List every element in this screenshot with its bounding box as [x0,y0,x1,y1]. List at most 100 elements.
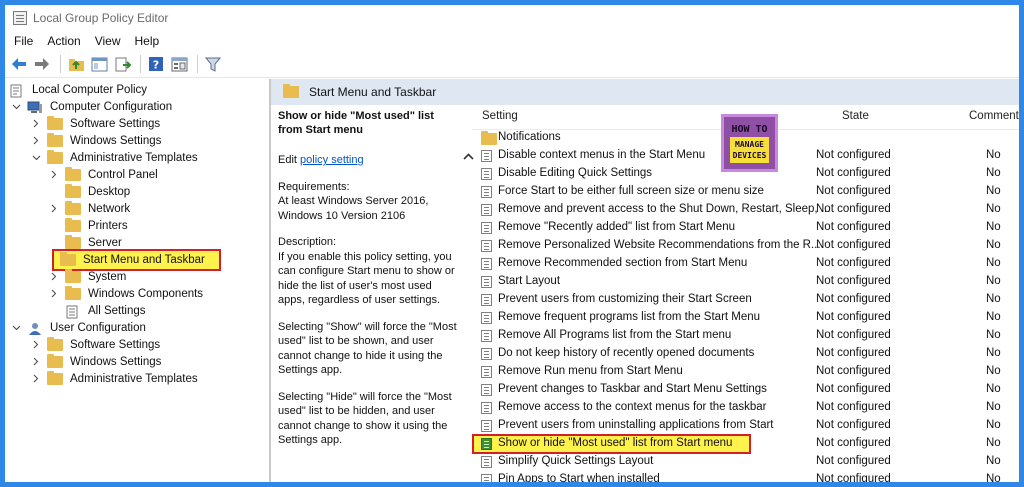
tree-item-computer-configuration[interactable]: Computer Configuration [11,98,174,115]
folder-icon [65,234,81,249]
policy-setting-icon [481,240,492,252]
tree-item-user-windows-settings[interactable]: Windows Settings [31,353,163,370]
tree-item-windows-settings[interactable]: Windows Settings [31,132,163,149]
menu-help[interactable]: Help [128,34,167,48]
help-icon[interactable]: ? [146,54,166,74]
chevron-right-icon[interactable] [31,357,41,367]
chevron-right-icon[interactable] [31,374,41,384]
export-list-icon[interactable] [112,54,132,74]
chevron-right-icon[interactable] [49,204,59,214]
requirements: Requirements: At least Windows Server 201… [278,180,429,222]
menu-action[interactable]: Action [40,34,87,48]
table-row[interactable]: Remove and prevent access to the Shut Do… [472,202,1019,219]
chevron-down-icon[interactable] [31,153,41,163]
tree-label: Windows Components [88,287,204,300]
toolbar-separator [60,55,61,73]
chevron-down-icon[interactable] [11,323,21,333]
tree-item-system[interactable]: System [49,268,128,285]
folder-icon [47,149,63,164]
tree-item-software-settings[interactable]: Software Settings [31,115,162,132]
tree-item-desktop[interactable]: Desktop [49,183,132,200]
policy-setting-icon [481,420,492,432]
tree-label: Computer Configuration [50,100,173,113]
tree-label: System [88,270,127,283]
policy-setting-icon [481,456,492,468]
tree-item-printers[interactable]: Printers [49,217,130,234]
table-row[interactable]: Prevent users from uninstalling applicat… [472,418,1019,435]
folder-icon [47,132,63,147]
tree-item-control-panel[interactable]: Control Panel [49,166,160,183]
table-row[interactable]: Prevent users from customizing their Sta… [472,292,1019,309]
back-arrow-icon[interactable] [9,54,29,74]
description-scrollbar[interactable] [462,105,474,482]
filter-icon[interactable] [203,54,223,74]
tree-label: Desktop [88,185,131,198]
console-tree: Local Computer Policy Computer Configura… [5,79,271,482]
table-row[interactable]: Pin Apps to Start when installed Not conf… [472,472,1019,482]
table-row[interactable]: Remove Personalized Website Recommendati… [472,238,1019,255]
table-row[interactable]: Remove "Recently added" list from Start … [472,220,1019,237]
table-row[interactable]: Remove Run menu from Start Menu Not confi… [472,364,1019,381]
table-row[interactable]: Force Start to be either full screen siz… [472,184,1019,201]
chevron-right-icon[interactable] [49,170,59,180]
policy-setting-icon [481,294,492,306]
logo-box: MANAGE DEVICES [729,136,770,163]
tree-label: All Settings [88,304,146,317]
tree-item-user-administrative-templates[interactable]: Administrative Templates [31,370,200,387]
extended-description-pane: Show or hide "Most used" list from Start… [271,105,464,482]
table-row[interactable]: Remove frequent programs list from the S… [472,310,1019,327]
tree-label: Start Menu and Taskbar [83,254,205,266]
table-row[interactable]: Remove Recommended section from Start Me… [472,256,1019,273]
tree-label: Software Settings [70,117,161,130]
table-row-selected[interactable]: Show or hide "Most used" list from Start… [472,434,1019,454]
policy-setting-icon [481,222,492,234]
edit-policy-link[interactable]: policy setting [300,154,364,166]
show-hide-tree-icon[interactable] [89,54,109,74]
column-setting[interactable]: Setting [482,110,518,122]
menu-file[interactable]: File [7,34,40,48]
folder-icon [47,353,63,368]
folder-icon [65,268,81,283]
table-row[interactable]: Do not keep history of recently opened d… [472,346,1019,363]
tree-item-local-computer-policy[interactable]: Local Computer Policy [9,81,149,98]
folder-icon [481,131,497,145]
folder-icon [65,285,81,300]
properties-icon[interactable] [169,54,189,74]
chevron-right-icon[interactable] [31,119,41,129]
table-row[interactable]: Start Layout Not configured No [472,274,1019,291]
window-title: Local Group Policy Editor [33,11,169,25]
details-header-title: Start Menu and Taskbar [309,85,437,99]
tree-item-user-configuration[interactable]: User Configuration [11,319,148,336]
details-header: Start Menu and Taskbar [271,79,1019,105]
table-row[interactable]: Remove access to the context menus for t… [472,400,1019,417]
folder-icon [60,252,76,266]
tree-label: Administrative Templates [70,151,198,164]
edit-line: Edit policy setting [278,154,364,166]
chevron-right-icon[interactable] [49,289,59,299]
folder-icon [47,115,63,130]
tree-item-all-settings[interactable]: All Settings [49,302,148,319]
column-comment[interactable]: Comment [969,110,1019,122]
tree-item-user-software-settings[interactable]: Software Settings [31,336,162,353]
chevron-down-icon[interactable] [11,102,21,112]
folder-icon [65,200,81,215]
menu-view[interactable]: View [88,34,128,48]
up-folder-icon[interactable] [66,54,86,74]
folder-icon [283,84,299,98]
policy-setting-icon [481,384,492,396]
table-row[interactable]: Simplify Quick Settings Layout Not config… [472,454,1019,471]
forward-arrow-icon[interactable] [32,54,52,74]
column-state[interactable]: State [842,110,869,122]
table-row[interactable]: Remove All Programs list from the Start … [472,328,1019,345]
tree-label: Local Computer Policy [32,83,148,96]
chevron-right-icon[interactable] [31,136,41,146]
tree-item-network[interactable]: Network [49,200,132,217]
chevron-right-icon[interactable] [31,340,41,350]
chevron-right-icon[interactable] [49,272,59,282]
folder-icon [47,336,63,351]
how-to-manage-devices-logo: HOW TO MANAGE DEVICES [721,114,778,172]
tree-item-administrative-templates[interactable]: Administrative Templates [31,149,200,166]
app-icon [13,11,27,25]
table-row[interactable]: Prevent changes to Taskbar and Start Men… [472,382,1019,399]
tree-item-windows-components[interactable]: Windows Components [49,285,205,302]
